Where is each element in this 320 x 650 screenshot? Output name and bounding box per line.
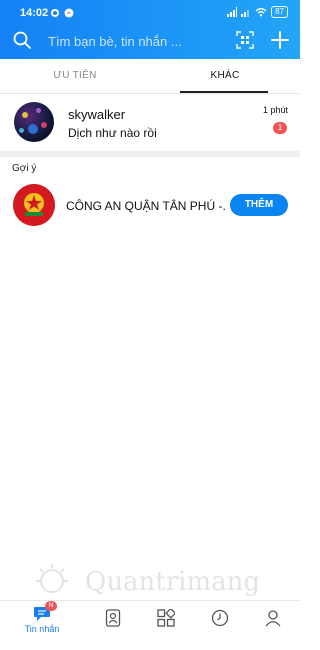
watermark-logo: Quantrimang bbox=[30, 563, 280, 603]
tab-other[interactable]: KHÁC bbox=[150, 59, 300, 94]
messenger-icon bbox=[64, 8, 74, 18]
conversation-message: Dịch như nào rồi bbox=[68, 126, 157, 140]
bottom-navigation: N Tin nhắn bbox=[0, 600, 300, 650]
tab-bar: ƯU TIÊN KHÁC bbox=[0, 59, 300, 94]
qr-scan-icon[interactable] bbox=[236, 31, 254, 49]
suggestions-title: Gợi ý bbox=[12, 163, 37, 174]
nav-discover[interactable] bbox=[139, 601, 193, 650]
avatar bbox=[14, 102, 54, 142]
status-bar: 14:02 87 bbox=[0, 0, 300, 25]
suggestion-item[interactable]: CÔNG AN QUẬN TÂN PHÚ -... THÊM bbox=[0, 184, 300, 228]
lightbulb-icon bbox=[36, 564, 68, 593]
tab-priority[interactable]: ƯU TIÊN bbox=[0, 59, 150, 94]
conversation-item[interactable]: skywalker Dịch như nào rồi 1 phút 1 bbox=[0, 95, 300, 151]
discover-icon bbox=[157, 609, 175, 627]
signal-icon bbox=[241, 10, 250, 17]
search-input[interactable]: Tìm bạn bè, tin nhắn ... bbox=[48, 34, 182, 49]
clock-icon bbox=[211, 609, 229, 627]
police-emblem-avatar bbox=[13, 184, 55, 226]
nav-contacts[interactable] bbox=[86, 601, 140, 650]
profile-icon bbox=[265, 610, 281, 627]
nav-messages-label: Tin nhắn bbox=[24, 624, 60, 634]
add-friend-button[interactable]: THÊM bbox=[230, 194, 288, 216]
conversation-time: 1 phút bbox=[262, 105, 288, 115]
watermark-text: Quantrimang bbox=[85, 567, 261, 597]
unread-badge: 1 bbox=[273, 122, 287, 134]
status-time: 14:02 bbox=[20, 7, 49, 19]
search-icon[interactable] bbox=[12, 30, 32, 50]
nav-messages[interactable]: N Tin nhắn bbox=[15, 601, 69, 650]
wifi-icon bbox=[255, 8, 267, 17]
notification-icon bbox=[51, 9, 59, 17]
battery-indicator: 87 bbox=[271, 6, 288, 18]
status-icons: 87 bbox=[227, 6, 288, 18]
nav-timeline[interactable] bbox=[193, 601, 247, 650]
suggestion-name: CÔNG AN QUẬN TÂN PHÚ -... bbox=[66, 199, 226, 213]
app-header: 14:02 87 Tìm bạn bè, tin nhắn ... bbox=[0, 0, 300, 59]
conversation-name: skywalker bbox=[68, 107, 126, 122]
messages-badge: N bbox=[45, 601, 57, 611]
contacts-icon bbox=[105, 609, 121, 627]
plus-icon[interactable] bbox=[269, 29, 291, 51]
nav-profile[interactable] bbox=[246, 601, 300, 650]
active-tab-indicator bbox=[180, 91, 268, 93]
search-bar[interactable]: Tìm bạn bè, tin nhắn ... bbox=[0, 28, 300, 58]
signal-icon bbox=[227, 7, 238, 17]
section-divider bbox=[0, 151, 300, 157]
